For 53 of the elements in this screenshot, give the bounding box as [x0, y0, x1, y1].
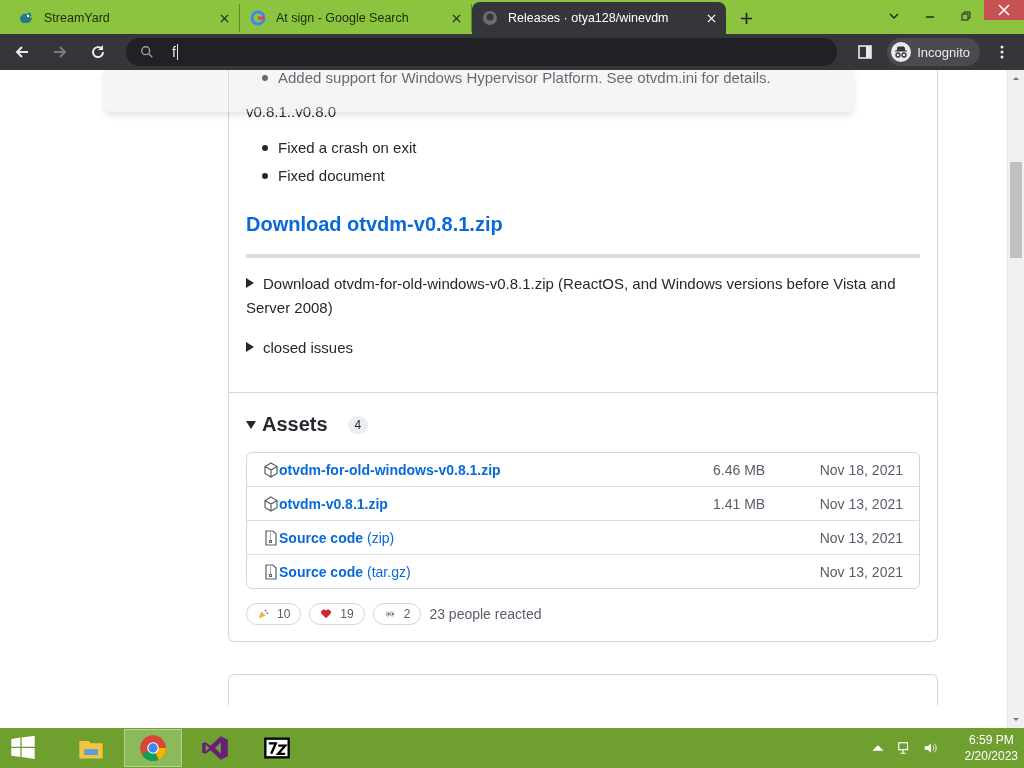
close-icon[interactable] — [452, 13, 461, 23]
bullet-icon — [262, 173, 268, 179]
address-bar[interactable]: f — [126, 38, 838, 66]
scroll-thumb[interactable] — [1010, 162, 1022, 258]
asset-link[interactable]: otvdm-v0.8.1.zip — [279, 495, 713, 512]
file-size: 6.46 MB — [713, 461, 767, 478]
asset-date: Nov 18, 2021 — [818, 461, 903, 478]
browser-tab[interactable]: Releases · otya128/winevdm — [472, 2, 726, 34]
count-badge: 4 — [347, 415, 369, 434]
asset-link[interactable]: otvdm-for-old-windows-v0.8.1.zip — [279, 461, 713, 478]
browser-tab[interactable]: StreamYard — [8, 4, 240, 32]
octocat-icon — [482, 10, 498, 26]
asset-date: Nov 13, 2021 — [818, 529, 903, 546]
speaker-icon[interactable] — [922, 741, 937, 755]
file-size: 1.41 MB — [713, 495, 767, 512]
network-icon[interactable] — [896, 741, 911, 755]
asset-date: Nov 13, 2021 — [818, 495, 903, 512]
details-summary[interactable]: Download otvdm-for-old-windows-v0.8.1.zip (ReactOS, and Windows versions before Vista and Server 2008) — [246, 272, 920, 320]
triangle-icon[interactable] — [246, 420, 256, 429]
version-range: v0.8.1..v0.8.0 — [246, 102, 338, 122]
details-summary[interactable]: closed issues — [246, 336, 920, 360]
infinity-logo-icon — [201, 734, 229, 762]
eyes-icon — [383, 608, 396, 620]
incognito-icon — [891, 42, 912, 62]
list-item: Fixed a crash on exit — [278, 138, 417, 158]
chrome-icon — [139, 734, 167, 762]
search-icon — [140, 45, 154, 59]
restore-icon[interactable] — [960, 10, 972, 22]
list-item: Added support for Windows Hypervisor Platform. See otvdm.ini for details. — [278, 70, 771, 88]
google-icon — [250, 10, 266, 26]
party-popper-icon — [257, 608, 269, 620]
scrollbar[interactable] — [1007, 70, 1024, 728]
new-tab-icon[interactable] — [740, 12, 753, 25]
chrome-button[interactable] — [124, 729, 182, 767]
reaction-summary: 23 people reacted — [429, 606, 542, 622]
package-icon — [263, 495, 279, 512]
zip-file-icon — [263, 563, 279, 580]
incognito-button[interactable]: Incognito — [887, 38, 980, 66]
windows-logo-icon[interactable] — [10, 735, 36, 761]
close-icon[interactable] — [220, 13, 229, 23]
asset-date: Nov 13, 2021 — [818, 563, 903, 580]
zip-file-icon — [263, 529, 279, 546]
heart-icon — [320, 608, 333, 620]
asset-link[interactable]: Source code (tar.gz) — [279, 563, 713, 580]
download-link[interactable]: Download otvdm-v0.8.1.zip — [246, 210, 503, 238]
list-item: Fixed document — [278, 166, 385, 186]
asset-link[interactable]: Source code (zip) — [279, 529, 713, 546]
assets-heading: Assets — [262, 413, 328, 436]
bullet-icon — [262, 75, 268, 81]
duck-icon — [18, 10, 34, 26]
close-window-icon[interactable] — [984, 0, 1024, 20]
package-icon — [263, 461, 279, 478]
bullet-icon — [262, 145, 268, 151]
